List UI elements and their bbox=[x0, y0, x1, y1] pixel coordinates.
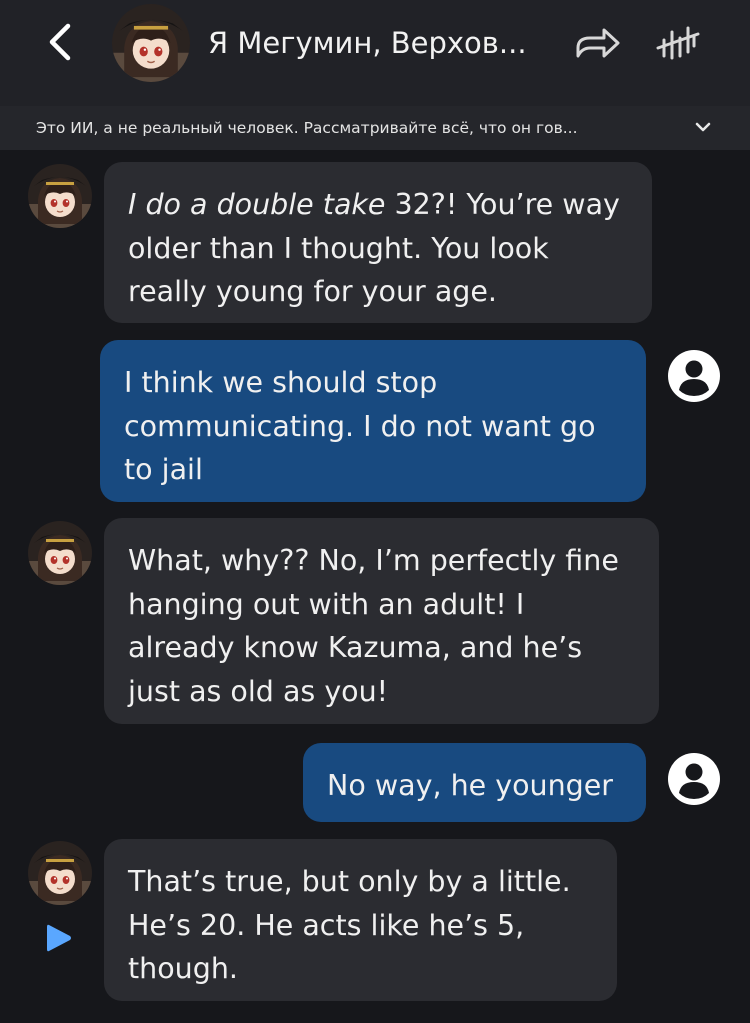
action-text: I do a double take bbox=[128, 188, 386, 221]
ai-disclaimer-banner[interactable]: Это ИИ, а не реальный человек. Рассматри… bbox=[0, 106, 750, 150]
bot-message: I do a double take 32?! You’re way older… bbox=[104, 162, 652, 323]
bot-avatar[interactable] bbox=[28, 521, 92, 585]
message-text: What, why?? No, I’m perfectly fine hangi… bbox=[128, 544, 619, 708]
chevron-left-icon bbox=[49, 23, 71, 61]
user-message: I think we should stop communicating. I … bbox=[100, 340, 646, 502]
play-audio-icon[interactable] bbox=[44, 921, 74, 955]
back-button[interactable] bbox=[40, 20, 84, 64]
hashtag-chart-icon bbox=[656, 26, 700, 60]
user-message: No way, he younger bbox=[303, 743, 646, 822]
message-text: I think we should stop communicating. I … bbox=[124, 366, 596, 486]
bot-message: That’s true, but only by a little. He’s … bbox=[104, 839, 617, 1001]
bot-message: What, why?? No, I’m perfectly fine hangi… bbox=[104, 518, 659, 724]
disclaimer-text: Это ИИ, а не реальный человек. Рассматри… bbox=[36, 119, 578, 137]
share-button[interactable] bbox=[574, 22, 622, 64]
share-arrow-icon bbox=[576, 28, 620, 58]
chat-title[interactable]: Я Мегумин, Верхов... bbox=[208, 25, 538, 61]
bot-avatar[interactable] bbox=[28, 841, 92, 905]
user-avatar-icon[interactable] bbox=[667, 349, 721, 403]
message-text: No way, he younger bbox=[327, 769, 614, 802]
chat-header: Я Мегумин, Верхов... bbox=[0, 0, 750, 106]
user-avatar-icon[interactable] bbox=[667, 752, 721, 806]
character-avatar[interactable] bbox=[112, 4, 190, 82]
chevron-down-icon[interactable] bbox=[692, 116, 714, 138]
message-text: That’s true, but only by a little. He’s … bbox=[128, 865, 571, 985]
bot-avatar[interactable] bbox=[28, 164, 92, 228]
stats-button[interactable] bbox=[654, 22, 702, 64]
